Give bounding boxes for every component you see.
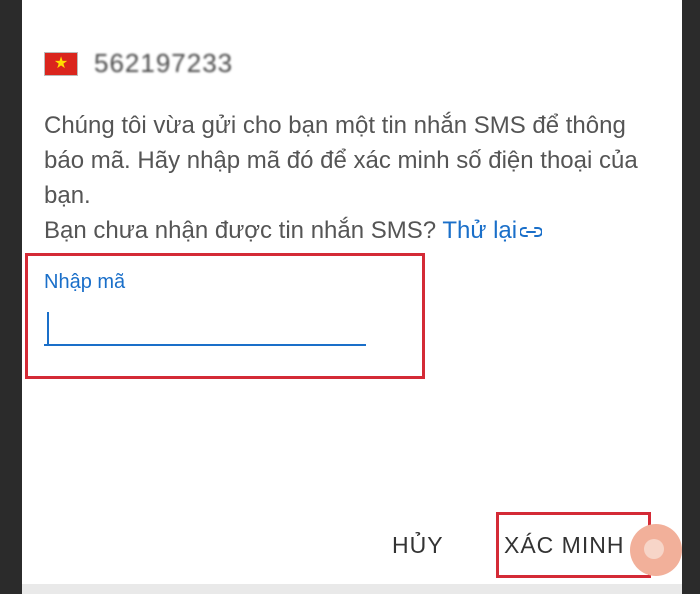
cancel-button[interactable]: HỦY — [382, 528, 454, 563]
retry-link[interactable]: Thử lại — [442, 217, 543, 244]
code-field-label: Nhập mã — [44, 271, 126, 293]
bubble-center-icon — [644, 539, 664, 559]
code-input[interactable] — [44, 306, 366, 346]
device-bezel-right — [682, 0, 700, 594]
link-icon — [520, 226, 543, 237]
vietnam-flag-icon: ★ — [44, 51, 78, 76]
floating-assistant-bubble[interactable] — [630, 524, 682, 576]
flag-star: ★ — [53, 54, 69, 72]
verify-phone-dialog: ★ 562197233 Chúng tôi vừa gửi cho bạn mộ… — [22, 0, 682, 594]
device-bezel-left — [0, 0, 22, 594]
dialog-bottom-edge — [22, 584, 682, 594]
retry-label: Thử lại — [442, 217, 518, 244]
resend-row: Bạn chưa nhận được tin nhắn SMS? Thử lại — [44, 213, 644, 248]
screen-frame: ★ 562197233 Chúng tôi vừa gửi cho bạn mộ… — [0, 0, 700, 594]
not-received-text: Bạn chưa nhận được tin nhắn SMS? — [44, 217, 437, 244]
sms-message: Chúng tôi vừa gửi cho bạn một tin nhắn S… — [44, 108, 644, 248]
verify-button[interactable]: XÁC MINH — [500, 528, 628, 563]
phone-number: 562197233 — [94, 48, 234, 78]
text-caret — [47, 312, 49, 344]
phone-number-row: ★ 562197233 — [44, 48, 233, 79]
sms-sent-text: Chúng tôi vừa gửi cho bạn một tin nhắn S… — [44, 112, 638, 209]
